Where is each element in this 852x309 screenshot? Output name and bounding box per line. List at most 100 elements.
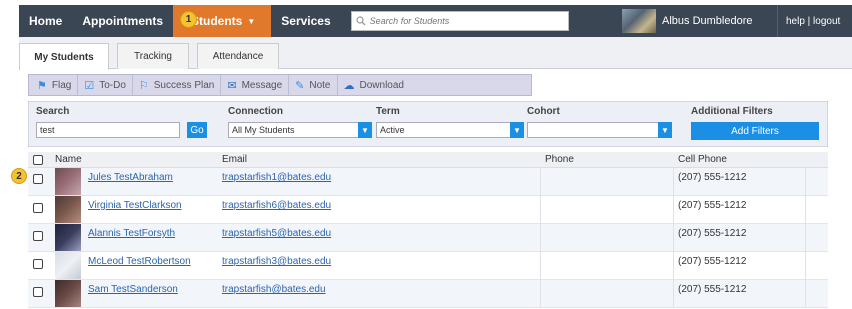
student-photo <box>55 196 81 223</box>
cell-phone: (207) 555-1212 <box>678 172 747 183</box>
flag-icon: ⚑ <box>37 79 47 92</box>
cell-divider <box>805 168 806 196</box>
student-name-link[interactable]: Virginia TestClarkson <box>88 200 182 211</box>
note-icon: ✎ <box>295 79 305 92</box>
add-filters-button[interactable]: Add Filters <box>691 122 819 140</box>
download-label: Download <box>359 79 404 91</box>
cell-divider <box>805 224 806 252</box>
nav-students-label: Students <box>191 14 243 28</box>
term-value: Active <box>380 125 405 135</box>
cohort-select[interactable]: ▼ <box>527 122 672 138</box>
message-button[interactable]: ✉ Message <box>221 75 290 95</box>
tab-attendance[interactable]: Attendance <box>197 43 279 69</box>
cell-divider <box>805 280 806 308</box>
search-field[interactable]: test <box>36 122 180 138</box>
connection-select[interactable]: All My Students ▼ <box>228 122 372 138</box>
chevron-down-icon: ▼ <box>510 122 524 138</box>
message-label: Message <box>241 79 283 91</box>
success-plan-button[interactable]: ⚐ Success Plan <box>133 75 222 95</box>
cell-divider <box>673 280 674 308</box>
tab-tracking[interactable]: Tracking <box>117 43 189 69</box>
cell-divider <box>673 224 674 252</box>
cell-phone: (207) 555-1212 <box>678 256 747 267</box>
chevron-down-icon: ▼ <box>358 122 372 138</box>
nav-appointments[interactable]: Appointments <box>72 5 173 37</box>
student-photo <box>55 224 81 251</box>
student-name-link[interactable]: Jules TestAbraham <box>88 172 173 183</box>
note-label: Note <box>309 79 331 91</box>
action-toolbar: ⚑ Flag ☑ To-Do ⚐ Success Plan ✉ Message … <box>28 74 532 96</box>
step-badge-2: 2 <box>11 168 27 184</box>
go-button[interactable]: Go <box>187 122 207 138</box>
student-email-link[interactable]: trapstarfish3@bates.edu <box>222 256 331 267</box>
student-photo <box>55 168 81 195</box>
student-search-box[interactable] <box>350 11 569 31</box>
cell-divider <box>805 196 806 224</box>
note-button[interactable]: ✎ Note <box>289 75 338 95</box>
cell-divider <box>673 252 674 280</box>
search-icon <box>356 16 366 26</box>
student-photo <box>55 280 81 307</box>
student-email-link[interactable]: trapstarfish5@bates.edu <box>222 228 331 239</box>
success-plan-icon: ⚐ <box>138 79 149 92</box>
cell-phone: (207) 555-1212 <box>678 200 747 211</box>
todo-button[interactable]: ☑ To-Do <box>78 75 133 95</box>
row-checkbox[interactable] <box>33 203 43 213</box>
student-email-link[interactable]: trapstarfish6@bates.edu <box>222 200 331 211</box>
select-all-checkbox[interactable] <box>33 155 43 165</box>
connection-value: All My Students <box>232 125 295 135</box>
column-phone[interactable]: Phone <box>545 154 574 165</box>
column-name[interactable]: Name <box>55 154 82 165</box>
cell-divider <box>540 224 541 252</box>
flag-button[interactable]: ⚑ Flag <box>29 75 79 95</box>
cell-phone: (207) 555-1212 <box>678 228 747 239</box>
help-logout-link[interactable]: help | logout <box>777 5 852 37</box>
download-button[interactable]: ☁ Download <box>338 75 410 95</box>
sub-tabs: My Students Tracking Attendance <box>19 37 852 70</box>
user-menu[interactable]: Albus Dumbledore <box>622 5 753 37</box>
cell-divider <box>540 252 541 280</box>
todo-icon: ☑ <box>84 79 95 92</box>
cell-divider <box>540 168 541 196</box>
chevron-down-icon: ▼ <box>658 122 672 138</box>
student-name-link[interactable]: Alannis TestForsyth <box>88 228 175 239</box>
column-email[interactable]: Email <box>222 154 247 165</box>
cell-divider <box>673 196 674 224</box>
table-row: Alannis TestForsyth trapstarfish5@bates.… <box>28 224 828 252</box>
row-checkbox[interactable] <box>33 174 43 184</box>
user-name: Albus Dumbledore <box>662 15 753 27</box>
cell-divider <box>540 280 541 308</box>
nav-home[interactable]: Home <box>19 5 72 37</box>
table-row: Virginia TestClarkson trapstarfish6@bate… <box>28 196 828 224</box>
table-row: Sam TestSanderson trapstarfish@bates.edu… <box>28 280 828 308</box>
nav-services[interactable]: Services <box>271 5 340 37</box>
cloud-download-icon: ☁ <box>343 79 355 92</box>
top-nav: Home Appointments Students ▼ Services Al… <box>19 5 852 37</box>
avatar <box>622 9 656 33</box>
chevron-down-icon: ▼ <box>247 16 256 26</box>
student-photo <box>55 252 81 279</box>
term-select[interactable]: Active ▼ <box>376 122 524 138</box>
student-name-link[interactable]: Sam TestSanderson <box>88 284 178 295</box>
success-plan-label: Success Plan <box>153 79 215 91</box>
table-row: Jules TestAbraham trapstarfish1@bates.ed… <box>28 168 828 196</box>
cohort-label: Cohort <box>527 106 560 117</box>
column-cell-phone[interactable]: Cell Phone <box>678 154 727 165</box>
row-checkbox[interactable] <box>33 231 43 241</box>
connection-label: Connection <box>228 106 283 117</box>
todo-label: To-Do <box>99 79 126 91</box>
student-email-link[interactable]: trapstarfish1@bates.edu <box>222 172 331 183</box>
student-name-link[interactable]: McLeod TestRobertson <box>88 256 191 267</box>
table-row: McLeod TestRobertson trapstarfish3@bates… <box>28 252 828 280</box>
envelope-icon: ✉ <box>227 79 237 92</box>
row-checkbox[interactable] <box>33 287 43 297</box>
cell-divider <box>805 252 806 280</box>
filter-panel: Search test Go Connection All My Student… <box>28 101 828 147</box>
student-search-input[interactable] <box>369 16 560 26</box>
row-checkbox[interactable] <box>33 259 43 269</box>
cell-divider <box>540 196 541 224</box>
additional-filters-label: Additional Filters <box>691 106 773 117</box>
tab-my-students[interactable]: My Students <box>19 43 109 70</box>
student-email-link[interactable]: trapstarfish@bates.edu <box>222 284 326 295</box>
step-badge-1: 1 <box>180 11 197 28</box>
